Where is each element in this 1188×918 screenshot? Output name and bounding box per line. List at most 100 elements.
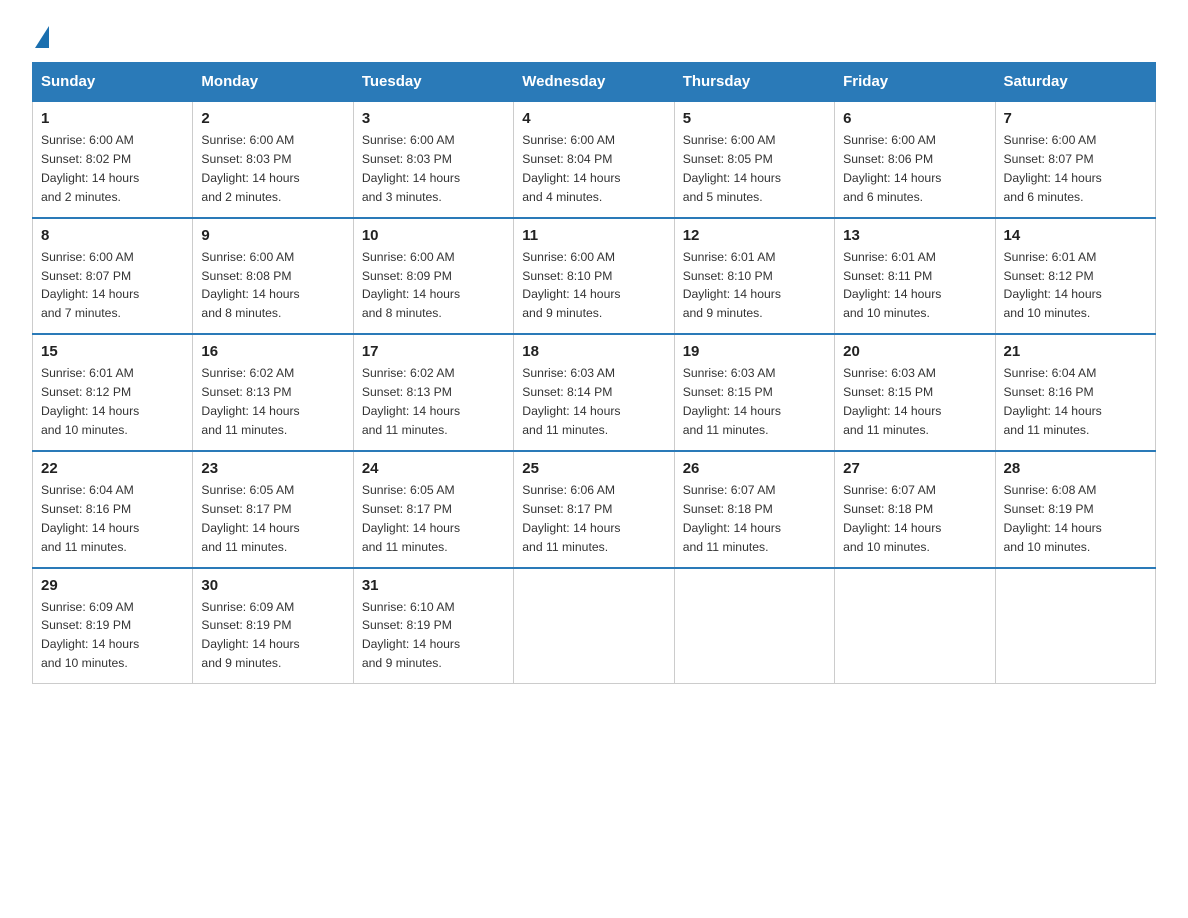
calendar-cell (835, 568, 995, 684)
calendar-cell: 4 Sunrise: 6:00 AMSunset: 8:04 PMDayligh… (514, 101, 674, 218)
day-number: 3 (362, 110, 505, 127)
calendar-cell: 30 Sunrise: 6:09 AMSunset: 8:19 PMDaylig… (193, 568, 353, 684)
day-info: Sunrise: 6:08 AMSunset: 8:19 PMDaylight:… (1004, 483, 1102, 554)
day-info: Sunrise: 6:00 AMSunset: 8:10 PMDaylight:… (522, 250, 620, 321)
col-header-tuesday: Tuesday (353, 63, 513, 102)
day-number: 27 (843, 460, 986, 477)
day-number: 1 (41, 110, 184, 127)
day-number: 30 (201, 577, 344, 594)
calendar-cell: 24 Sunrise: 6:05 AMSunset: 8:17 PMDaylig… (353, 451, 513, 568)
calendar-cell: 8 Sunrise: 6:00 AMSunset: 8:07 PMDayligh… (33, 218, 193, 335)
calendar-cell: 19 Sunrise: 6:03 AMSunset: 8:15 PMDaylig… (674, 334, 834, 451)
day-info: Sunrise: 6:04 AMSunset: 8:16 PMDaylight:… (1004, 366, 1102, 437)
day-info: Sunrise: 6:03 AMSunset: 8:15 PMDaylight:… (683, 366, 781, 437)
col-header-saturday: Saturday (995, 63, 1155, 102)
day-info: Sunrise: 6:04 AMSunset: 8:16 PMDaylight:… (41, 483, 139, 554)
day-number: 5 (683, 110, 826, 127)
calendar-cell: 15 Sunrise: 6:01 AMSunset: 8:12 PMDaylig… (33, 334, 193, 451)
day-info: Sunrise: 6:06 AMSunset: 8:17 PMDaylight:… (522, 483, 620, 554)
day-number: 18 (522, 343, 665, 360)
calendar-cell: 11 Sunrise: 6:00 AMSunset: 8:10 PMDaylig… (514, 218, 674, 335)
day-number: 12 (683, 227, 826, 244)
calendar-cell: 7 Sunrise: 6:00 AMSunset: 8:07 PMDayligh… (995, 101, 1155, 218)
day-info: Sunrise: 6:07 AMSunset: 8:18 PMDaylight:… (683, 483, 781, 554)
calendar-cell (995, 568, 1155, 684)
day-info: Sunrise: 6:00 AMSunset: 8:04 PMDaylight:… (522, 133, 620, 204)
page-header (32, 24, 1156, 44)
day-info: Sunrise: 6:00 AMSunset: 8:07 PMDaylight:… (1004, 133, 1102, 204)
col-header-monday: Monday (193, 63, 353, 102)
day-info: Sunrise: 6:01 AMSunset: 8:10 PMDaylight:… (683, 250, 781, 321)
day-info: Sunrise: 6:00 AMSunset: 8:02 PMDaylight:… (41, 133, 139, 204)
day-info: Sunrise: 6:05 AMSunset: 8:17 PMDaylight:… (362, 483, 460, 554)
calendar-cell: 12 Sunrise: 6:01 AMSunset: 8:10 PMDaylig… (674, 218, 834, 335)
calendar-cell: 25 Sunrise: 6:06 AMSunset: 8:17 PMDaylig… (514, 451, 674, 568)
calendar-cell: 31 Sunrise: 6:10 AMSunset: 8:19 PMDaylig… (353, 568, 513, 684)
day-number: 15 (41, 343, 184, 360)
day-number: 6 (843, 110, 986, 127)
calendar-cell: 27 Sunrise: 6:07 AMSunset: 8:18 PMDaylig… (835, 451, 995, 568)
day-number: 4 (522, 110, 665, 127)
calendar-week-row: 8 Sunrise: 6:00 AMSunset: 8:07 PMDayligh… (33, 218, 1156, 335)
calendar-cell: 18 Sunrise: 6:03 AMSunset: 8:14 PMDaylig… (514, 334, 674, 451)
calendar-cell: 22 Sunrise: 6:04 AMSunset: 8:16 PMDaylig… (33, 451, 193, 568)
day-info: Sunrise: 6:00 AMSunset: 8:06 PMDaylight:… (843, 133, 941, 204)
day-number: 31 (362, 577, 505, 594)
calendar-table: SundayMondayTuesdayWednesdayThursdayFrid… (32, 62, 1156, 684)
calendar-cell: 1 Sunrise: 6:00 AMSunset: 8:02 PMDayligh… (33, 101, 193, 218)
calendar-cell: 21 Sunrise: 6:04 AMSunset: 8:16 PMDaylig… (995, 334, 1155, 451)
day-number: 16 (201, 343, 344, 360)
col-header-sunday: Sunday (33, 63, 193, 102)
day-info: Sunrise: 6:03 AMSunset: 8:14 PMDaylight:… (522, 366, 620, 437)
calendar-week-row: 22 Sunrise: 6:04 AMSunset: 8:16 PMDaylig… (33, 451, 1156, 568)
day-number: 7 (1004, 110, 1147, 127)
day-info: Sunrise: 6:01 AMSunset: 8:11 PMDaylight:… (843, 250, 941, 321)
day-number: 10 (362, 227, 505, 244)
calendar-cell: 2 Sunrise: 6:00 AMSunset: 8:03 PMDayligh… (193, 101, 353, 218)
calendar-week-row: 29 Sunrise: 6:09 AMSunset: 8:19 PMDaylig… (33, 568, 1156, 684)
day-number: 14 (1004, 227, 1147, 244)
day-info: Sunrise: 6:00 AMSunset: 8:08 PMDaylight:… (201, 250, 299, 321)
day-number: 9 (201, 227, 344, 244)
calendar-cell: 10 Sunrise: 6:00 AMSunset: 8:09 PMDaylig… (353, 218, 513, 335)
day-info: Sunrise: 6:00 AMSunset: 8:03 PMDaylight:… (201, 133, 299, 204)
calendar-cell: 13 Sunrise: 6:01 AMSunset: 8:11 PMDaylig… (835, 218, 995, 335)
calendar-cell: 20 Sunrise: 6:03 AMSunset: 8:15 PMDaylig… (835, 334, 995, 451)
day-number: 17 (362, 343, 505, 360)
day-info: Sunrise: 6:01 AMSunset: 8:12 PMDaylight:… (41, 366, 139, 437)
calendar-cell: 5 Sunrise: 6:00 AMSunset: 8:05 PMDayligh… (674, 101, 834, 218)
day-info: Sunrise: 6:00 AMSunset: 8:09 PMDaylight:… (362, 250, 460, 321)
day-number: 8 (41, 227, 184, 244)
calendar-cell: 6 Sunrise: 6:00 AMSunset: 8:06 PMDayligh… (835, 101, 995, 218)
day-info: Sunrise: 6:07 AMSunset: 8:18 PMDaylight:… (843, 483, 941, 554)
day-number: 2 (201, 110, 344, 127)
calendar-cell: 3 Sunrise: 6:00 AMSunset: 8:03 PMDayligh… (353, 101, 513, 218)
day-number: 22 (41, 460, 184, 477)
logo (32, 24, 49, 44)
calendar-cell: 17 Sunrise: 6:02 AMSunset: 8:13 PMDaylig… (353, 334, 513, 451)
day-number: 23 (201, 460, 344, 477)
calendar-header-row: SundayMondayTuesdayWednesdayThursdayFrid… (33, 63, 1156, 102)
day-info: Sunrise: 6:02 AMSunset: 8:13 PMDaylight:… (362, 366, 460, 437)
calendar-cell: 16 Sunrise: 6:02 AMSunset: 8:13 PMDaylig… (193, 334, 353, 451)
day-number: 26 (683, 460, 826, 477)
calendar-week-row: 15 Sunrise: 6:01 AMSunset: 8:12 PMDaylig… (33, 334, 1156, 451)
day-number: 29 (41, 577, 184, 594)
calendar-cell: 29 Sunrise: 6:09 AMSunset: 8:19 PMDaylig… (33, 568, 193, 684)
day-number: 24 (362, 460, 505, 477)
col-header-wednesday: Wednesday (514, 63, 674, 102)
day-info: Sunrise: 6:02 AMSunset: 8:13 PMDaylight:… (201, 366, 299, 437)
day-info: Sunrise: 6:00 AMSunset: 8:07 PMDaylight:… (41, 250, 139, 321)
calendar-cell (514, 568, 674, 684)
day-info: Sunrise: 6:01 AMSunset: 8:12 PMDaylight:… (1004, 250, 1102, 321)
calendar-cell (674, 568, 834, 684)
day-number: 21 (1004, 343, 1147, 360)
col-header-friday: Friday (835, 63, 995, 102)
day-info: Sunrise: 6:03 AMSunset: 8:15 PMDaylight:… (843, 366, 941, 437)
day-number: 25 (522, 460, 665, 477)
day-number: 19 (683, 343, 826, 360)
calendar-cell: 9 Sunrise: 6:00 AMSunset: 8:08 PMDayligh… (193, 218, 353, 335)
col-header-thursday: Thursday (674, 63, 834, 102)
calendar-week-row: 1 Sunrise: 6:00 AMSunset: 8:02 PMDayligh… (33, 101, 1156, 218)
day-number: 20 (843, 343, 986, 360)
